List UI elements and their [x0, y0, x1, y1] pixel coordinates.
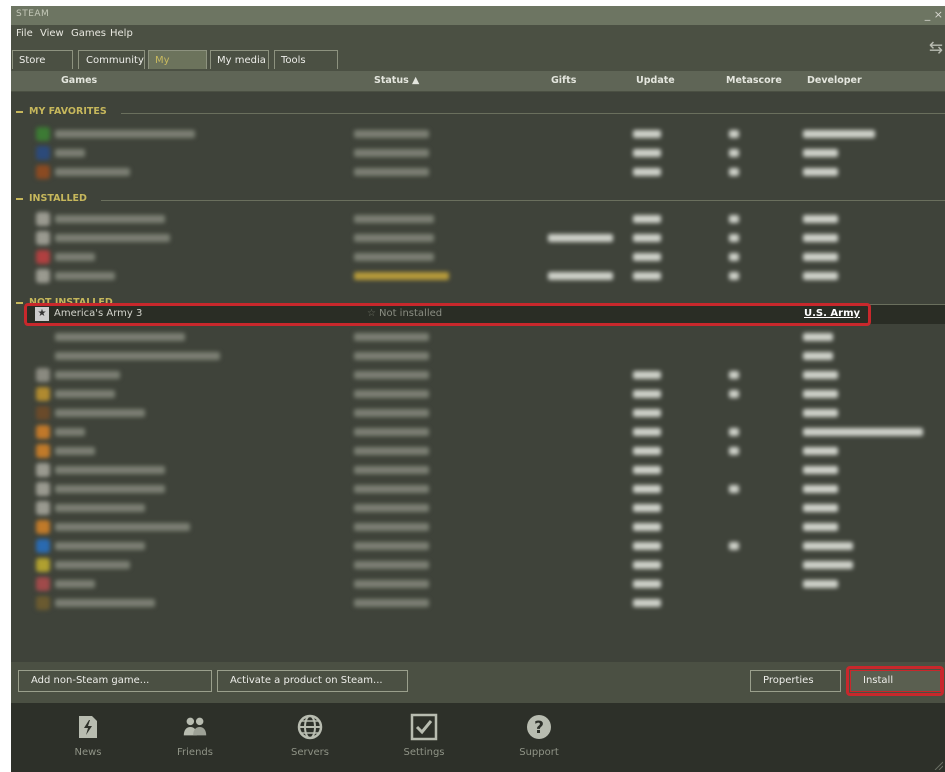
servers-icon — [296, 713, 324, 741]
menu-view[interactable]: View — [40, 28, 64, 39]
blurred-game-row[interactable] — [11, 499, 945, 518]
settings-icon — [410, 713, 438, 741]
blurred-game-row[interactable] — [11, 328, 945, 347]
tab-tools[interactable]: Tools — [274, 50, 338, 69]
col-update[interactable]: Update — [636, 75, 675, 86]
tab-strip: Store Community My games My media Tools — [11, 50, 945, 85]
blurred-game-row[interactable] — [11, 347, 945, 366]
dock-support[interactable]: ? Support — [504, 713, 574, 758]
col-games[interactable]: Games — [61, 75, 97, 86]
dock-settings[interactable]: Settings — [389, 713, 459, 758]
support-icon: ? — [525, 713, 553, 741]
menu-games[interactable]: Games — [71, 28, 106, 39]
resize-grip-icon[interactable] — [933, 760, 944, 771]
group-favorites[interactable]: MY FAVORITES — [16, 106, 107, 117]
menu-bar: File View Games Help — [11, 25, 945, 43]
blurred-game-row[interactable] — [11, 229, 945, 248]
blurred-game-row[interactable] — [11, 144, 945, 163]
group-divider — [101, 200, 945, 201]
dock-servers[interactable]: Servers — [275, 713, 345, 758]
action-bar: Add non-Steam game... Activate a product… — [11, 662, 945, 702]
blurred-game-row[interactable] — [11, 537, 945, 556]
column-header: Games Status ▲ Gifts Update Metascore De… — [11, 71, 945, 91]
collapse-icon — [16, 197, 23, 200]
blurred-game-row[interactable] — [11, 163, 945, 182]
blurred-game-row[interactable] — [11, 442, 945, 461]
menu-file[interactable]: File — [16, 28, 33, 39]
games-list: MY FAVORITES INSTALLED NOT INSTALLED ★ A… — [11, 92, 945, 662]
tab-store[interactable]: Store — [12, 50, 73, 69]
blurred-game-row[interactable] — [11, 423, 945, 442]
add-non-steam-game-button[interactable]: Add non-Steam game... — [18, 670, 212, 692]
blurred-game-row[interactable] — [11, 556, 945, 575]
blurred-game-row[interactable] — [11, 267, 945, 286]
blurred-game-row[interactable] — [11, 366, 945, 385]
col-developer[interactable]: Developer — [807, 75, 862, 86]
install-highlight-box — [846, 666, 944, 696]
collapse-icon — [16, 110, 23, 113]
group-divider — [121, 113, 945, 114]
blurred-game-row[interactable] — [11, 518, 945, 537]
blurred-game-row[interactable] — [11, 404, 945, 423]
blurred-game-row[interactable] — [11, 594, 945, 613]
blurred-game-row[interactable] — [11, 480, 945, 499]
activate-product-button[interactable]: Activate a product on Steam... — [217, 670, 408, 692]
col-metascore[interactable]: Metascore — [726, 75, 782, 86]
tab-my-media[interactable]: My media — [210, 50, 269, 69]
title-bar[interactable]: STEAM _ × — [11, 6, 945, 25]
blurred-game-row[interactable] — [11, 575, 945, 594]
svg-text:?: ? — [534, 718, 544, 738]
window-controls[interactable]: _ × — [925, 8, 943, 21]
menu-help[interactable]: Help — [110, 28, 133, 39]
blurred-game-row[interactable] — [11, 210, 945, 229]
tab-community[interactable]: Community — [78, 50, 145, 69]
collapse-icon — [16, 301, 23, 304]
news-icon — [74, 713, 102, 741]
friends-icon — [181, 713, 209, 741]
group-installed[interactable]: INSTALLED — [16, 193, 87, 204]
row-highlight-box — [24, 303, 871, 326]
dock-friends[interactable]: Friends — [160, 713, 230, 758]
col-gifts[interactable]: Gifts — [551, 75, 576, 86]
dock-news[interactable]: News — [53, 713, 123, 758]
blurred-game-row[interactable] — [11, 385, 945, 404]
blurred-game-row[interactable] — [11, 248, 945, 267]
col-status[interactable]: Status ▲ — [374, 75, 419, 86]
window-title: STEAM — [16, 9, 50, 19]
bottom-dock: News Friends Servers Settings ? Support — [11, 703, 945, 772]
tab-my-games[interactable]: My games — [148, 50, 207, 85]
steam-window: STEAM _ × File View Games Help ⇆ Store C… — [11, 6, 945, 772]
blurred-game-row[interactable] — [11, 125, 945, 144]
properties-button[interactable]: Properties — [750, 670, 841, 692]
blurred-game-row[interactable] — [11, 461, 945, 480]
